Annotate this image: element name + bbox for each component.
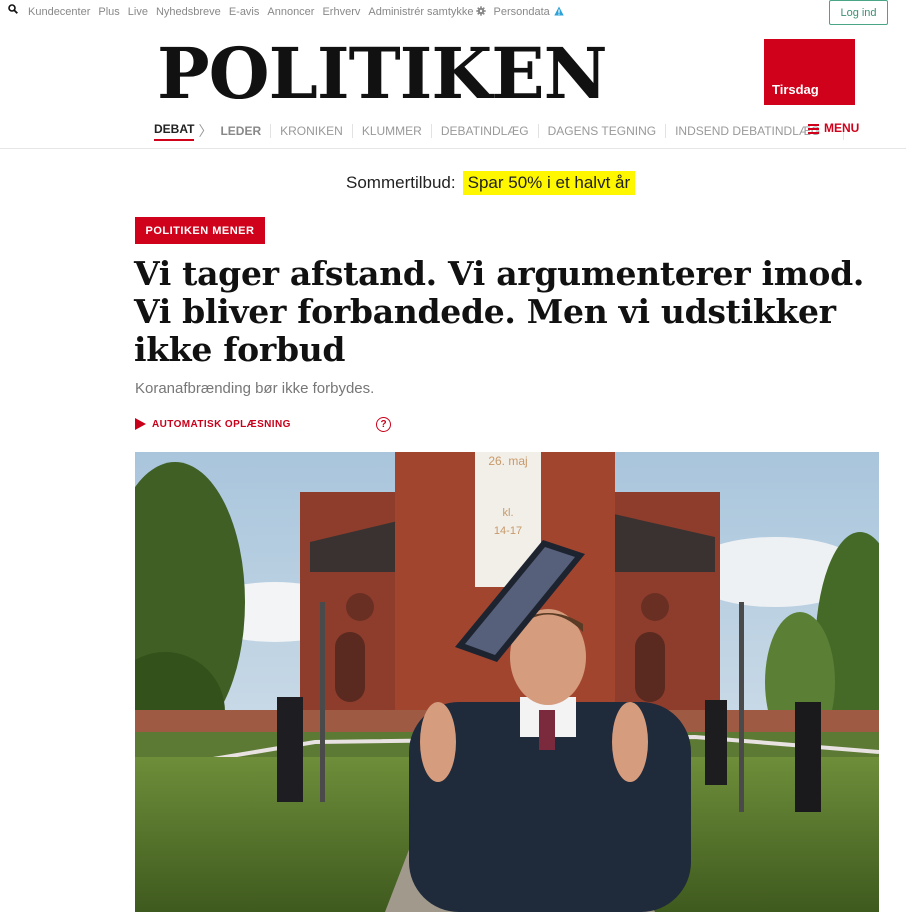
article-subheadline: Koranafbrænding bør ikke forbydes. [135, 380, 375, 397]
nav-item-leder[interactable]: LEDER [220, 124, 270, 138]
hamburger-icon [808, 123, 819, 134]
section-nav: DEBAT 〉 LEDER KRONIKEN KLUMMER DEBATINDL… [154, 121, 845, 141]
article-photo-illustration: 26. maj kl. 14-17 [135, 452, 879, 912]
banner-time: 14-17 [494, 525, 522, 537]
link-plus[interactable]: Plus [98, 6, 119, 18]
nav-divider-line [0, 148, 906, 149]
top-utility-bar: Kundecenter Plus Live Nyhedsbreve E-avis… [0, 0, 906, 25]
weekday-label: Tirsdag [772, 82, 819, 97]
nav-item-debatindlaeg[interactable]: DEBATINDLÆG [430, 124, 538, 138]
play-icon [135, 418, 146, 430]
utility-links: Kundecenter Plus Live Nyhedsbreve E-avis… [28, 6, 572, 18]
article-headline: Vi tager afstand. Vi argumenterer imod. … [134, 254, 865, 369]
link-kundecenter[interactable]: Kundecenter [28, 6, 90, 18]
nav-item-klummer[interactable]: KLUMMER [351, 124, 431, 138]
login-button[interactable]: Log ind [829, 0, 888, 25]
link-administrer-samtykke-label: Administrér samtykke [368, 6, 474, 18]
promo-highlight[interactable]: Spar 50% i et halvt år [462, 171, 636, 195]
link-persondata-label: Persondata [493, 6, 550, 18]
auto-read-button[interactable]: AUTOMATISK OPLÆSNING [135, 418, 291, 430]
gear-icon [475, 6, 486, 16]
menu-button[interactable]: MENU [808, 121, 859, 135]
nav-item-kroniken[interactable]: KRONIKEN [270, 124, 352, 138]
summer-offer-banner[interactable]: Sommertilbud: Spar 50% i et halvt år [346, 171, 636, 195]
link-e-avis[interactable]: E-avis [229, 6, 260, 18]
help-icon[interactable]: ? [376, 417, 391, 432]
warning-icon [554, 6, 564, 16]
promo-label: Sommertilbud: [346, 173, 456, 192]
nav-item-indsend-debatindlaeg[interactable]: INDSEND DEBATINDLÆG [665, 124, 829, 138]
auto-read-label: AUTOMATISK OPLÆSNING [152, 418, 291, 430]
banner-time-label: kl. [503, 507, 514, 519]
link-nyhedsbreve[interactable]: Nyhedsbreve [156, 6, 221, 18]
link-live[interactable]: Live [128, 6, 148, 18]
link-persondata[interactable]: Persondata [494, 6, 564, 18]
link-erhverv[interactable]: Erhverv [322, 6, 360, 18]
banner-date: 26. maj [488, 454, 527, 468]
politiken-logo[interactable]: POLITIKEN [157, 34, 608, 114]
day-box: Tirsdag [764, 39, 855, 105]
link-annoncer[interactable]: Annoncer [267, 6, 314, 18]
link-administrer-samtykke[interactable]: Administrér samtykke [368, 6, 486, 18]
section-tag[interactable]: POLITIKEN MENER [135, 217, 265, 244]
nav-section-debat[interactable]: DEBAT [154, 122, 195, 141]
article-photo: 26. maj kl. 14-17 [135, 452, 879, 912]
search-icon[interactable] [8, 4, 18, 14]
menu-label: MENU [824, 121, 860, 135]
nav-item-dagens-tegning[interactable]: DAGENS TEGNING [537, 124, 665, 138]
chevron-right-icon: 〉 [198, 123, 213, 139]
